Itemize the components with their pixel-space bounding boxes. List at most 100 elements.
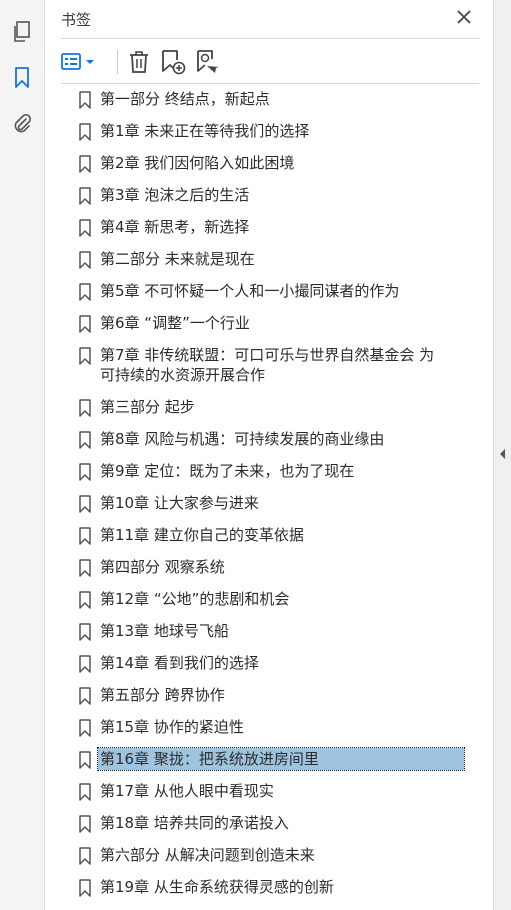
bookmark-item[interactable]: 第四部分 观察系统 — [74, 552, 472, 577]
bookmark-item[interactable]: 第五部分 跨界协作 — [74, 680, 472, 705]
pages-button[interactable] — [8, 18, 36, 46]
close-icon — [457, 10, 471, 24]
bookmark-item[interactable]: 第20章 和被世间万物法束 — [74, 904, 472, 910]
bookmark-label: 第二部分 未来就是现在 — [100, 250, 255, 268]
find-bookmark-icon — [197, 50, 219, 73]
bookmark-label: 第六部分 从解决问题到创造未来 — [100, 846, 315, 864]
bookmark-label: 第2章 我们因何陷入如此困境 — [100, 154, 295, 172]
bookmark-icon — [79, 347, 91, 365]
find-bookmark-button[interactable] — [195, 48, 221, 76]
bookmark-icon — [79, 719, 91, 737]
bookmark-icon — [79, 559, 91, 577]
bookmark-label: 第17章 从他人眼中看现实 — [100, 782, 274, 800]
bookmark-item[interactable]: 第6章 “调整”一个行业 — [74, 308, 472, 333]
bookmark-icon — [79, 219, 91, 237]
bookmark-item[interactable]: 第8章 风险与机遇：可持续发展的商业缘由 — [74, 424, 472, 449]
attachments-button[interactable] — [8, 110, 36, 138]
panel-collapse-strip[interactable] — [493, 0, 511, 910]
bookmark-icon — [79, 591, 91, 609]
bookmark-item[interactable]: 第9章 定位：既为了未来，也为了现在 — [74, 456, 472, 481]
new-bookmark-button[interactable] — [160, 48, 186, 76]
bookmark-icon — [79, 815, 91, 833]
header-divider — [61, 38, 479, 39]
bookmark-item[interactable]: 第7章 非传统联盟：可口可乐与世界自然基金会 为 可持续的水资源开展合作 — [74, 340, 472, 385]
bookmark-list: 第一部分 终结点，新起点第1章 未来正在等待我们的选择 第2章 我们因何陷入如此困… — [74, 84, 472, 910]
bookmark-item[interactable]: 第5章 不可怀疑一个人和一小撮同谋者的作为 — [74, 276, 472, 301]
bookmark-item[interactable]: 第三部分 起步 — [74, 392, 472, 417]
options-menu-button[interactable] — [61, 48, 97, 76]
panel-title: 书签 — [61, 11, 92, 29]
bookmark-icon — [79, 187, 91, 205]
bookmark-item[interactable]: 第14章 看到我们的选择 — [74, 648, 472, 673]
bookmark-icon — [79, 431, 91, 449]
bookmark-label: 第五部分 跨界协作 — [100, 686, 225, 704]
bookmark-icon — [79, 155, 91, 173]
bookmark-item[interactable]: 第19章 从生命系统获得灵感的创新 — [74, 872, 472, 897]
bookmark-icon — [79, 495, 91, 513]
bookmark-icon — [79, 655, 91, 673]
bookmark-icon — [79, 399, 91, 417]
new-bookmark-icon — [162, 50, 186, 75]
bookmark-icon — [79, 687, 91, 705]
bookmark-icon — [79, 463, 91, 481]
bookmark-item[interactable]: 第1章 未来正在等待我们的选择 — [74, 116, 472, 141]
delete-bookmark-button[interactable] — [127, 48, 151, 76]
bookmark-icon — [79, 879, 91, 897]
bookmark-label: 第四部分 观察系统 — [100, 558, 225, 576]
bookmark-label: 第14章 看到我们的选择 — [100, 654, 259, 672]
bookmark-label: 第16章 聚拢：把系统放进房间里 — [97, 747, 465, 771]
bookmark-label: 第5章 不可怀疑一个人和一小撮同谋者的作为 — [100, 282, 400, 300]
trash-icon — [130, 51, 148, 73]
bookmark-icon — [79, 783, 91, 801]
bookmark-label: 第6章 “调整”一个行业 — [100, 314, 250, 332]
bookmarks-button[interactable] — [8, 64, 36, 92]
bookmark-item[interactable]: 第一部分 终结点，新起点 — [74, 84, 472, 109]
bookmark-label: 第13章 地球号飞船 — [100, 622, 229, 640]
options-menu-icon — [61, 53, 94, 70]
bookmark-icon — [79, 251, 91, 269]
bookmark-item[interactable]: 第2章 我们因何陷入如此困境 — [74, 148, 472, 173]
bookmark-label: 第19章 从生命系统获得灵感的创新 — [100, 878, 334, 896]
bookmarks-panel: 书签 第一部分 终结点，新起点 第1章 未来正在等待我们的选择 第2章 我们因何… — [45, 0, 493, 910]
bookmark-item[interactable]: 第15章 协作的紧迫性 — [74, 712, 472, 737]
bookmark-label: 第8章 风险与机遇：可持续发展的商业缘由 — [100, 430, 385, 448]
bookmark-icon — [79, 847, 91, 865]
bookmark-label: 第10章 让大家参与进来 — [100, 494, 259, 512]
bookmark-item[interactable]: 第13章 地球号飞船 — [74, 616, 472, 641]
bookmark-icon — [79, 283, 91, 301]
bookmark-label: 第15章 协作的紧迫性 — [100, 718, 244, 736]
bookmark-item[interactable]: 第4章 新思考，新选择 — [74, 212, 472, 237]
bookmark-item[interactable]: 第17章 从他人眼中看现实 — [74, 776, 472, 801]
bookmark-icon — [79, 527, 91, 545]
bookmarks-toolbar — [61, 46, 479, 78]
toolbar-divider — [117, 50, 118, 74]
bookmark-item[interactable]: 第二部分 未来就是现在 — [74, 244, 472, 269]
bookmark-label: 第一部分 终结点，新起点 — [100, 90, 270, 108]
bookmark-icon — [79, 123, 91, 141]
bookmark-icon — [79, 315, 91, 333]
bookmark-item[interactable]: 第18章 培养共同的承诺投入 — [74, 808, 472, 833]
bookmark-label: 第9章 定位：既为了未来，也为了现在 — [100, 462, 355, 480]
bookmark-label: 第12章 “公地”的悲剧和机会 — [100, 590, 290, 608]
navigation-rail — [0, 0, 45, 910]
bookmark-label: 第1章 未来正在等待我们的选择 — [100, 122, 310, 140]
bookmark-label: 第3章 泡沫之后的生活 — [100, 186, 250, 204]
bookmark-label: 第20章 和被世间万物法束 — [100, 904, 274, 910]
bookmark-label: 第18章 培养共同的承诺投入 — [100, 814, 289, 832]
bookmark-panel-icon — [15, 67, 29, 88]
pages-icon — [14, 21, 30, 42]
bookmark-item[interactable]: 第3章 泡沫之后的生活 — [74, 180, 472, 205]
bookmark-icon — [79, 623, 91, 641]
paperclip-icon — [14, 113, 32, 133]
bookmark-item[interactable]: 第六部分 从解决问题到创造未来 — [74, 840, 472, 865]
bookmark-label: 第三部分 起步 — [100, 398, 195, 416]
bookmark-item[interactable]: 第12章 “公地”的悲剧和机会 — [74, 584, 472, 609]
bookmark-label: 第4章 新思考，新选择 — [100, 218, 250, 236]
bookmark-label: 第11章 建立你自己的变革依据 — [100, 526, 304, 544]
bookmark-item[interactable]: 第16章 聚拢：把系统放进房间里 — [74, 744, 472, 771]
bookmark-item[interactable]: 第10章 让大家参与进来 — [74, 488, 472, 513]
bookmark-icon — [79, 91, 91, 109]
collapse-arrow-icon — [500, 449, 505, 459]
close-button[interactable] — [455, 8, 473, 26]
bookmark-item[interactable]: 第11章 建立你自己的变革依据 — [74, 520, 472, 545]
